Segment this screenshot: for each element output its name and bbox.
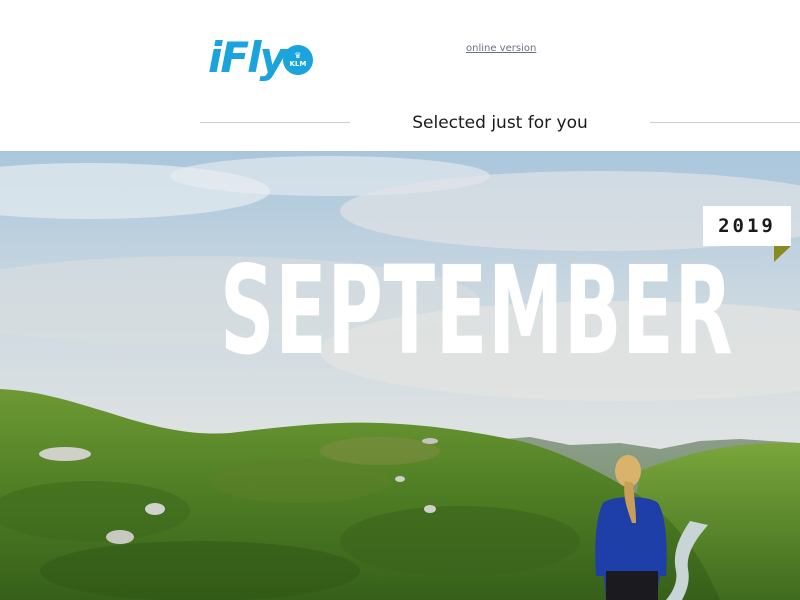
rock [422, 438, 438, 444]
online-version-link[interactable]: online version [466, 43, 536, 54]
month-title: SEPTEMBER [220, 240, 734, 382]
grass-patch [40, 541, 360, 600]
crown-icon: ♛ [294, 51, 302, 60]
rock [106, 530, 134, 544]
heather-patch [320, 437, 440, 465]
klm-badge-icon: ♛ KLM [282, 45, 313, 75]
divider-left [200, 122, 350, 123]
rock [145, 503, 165, 515]
tagline: Selected just for you [412, 113, 588, 133]
logo-wordmark: iFly [208, 33, 287, 82]
email-page: iFly ♛ KLM online version Selected just … [0, 0, 800, 600]
rock [39, 447, 91, 461]
hero-banner[interactable]: 2019 SEPTEMBER [0, 151, 800, 600]
ifly-klm-logo[interactable]: iFly ♛ KLM [208, 34, 313, 82]
email-header: iFly ♛ KLM online version Selected just … [0, 0, 800, 150]
rock [424, 505, 436, 513]
year-tab-fold [774, 246, 791, 262]
hiker-pants [606, 571, 658, 600]
rock [395, 476, 405, 482]
klm-badge-text: KLM [289, 60, 307, 68]
divider-right [650, 122, 800, 123]
grass-patch [210, 459, 390, 503]
grass-patch [340, 506, 580, 576]
